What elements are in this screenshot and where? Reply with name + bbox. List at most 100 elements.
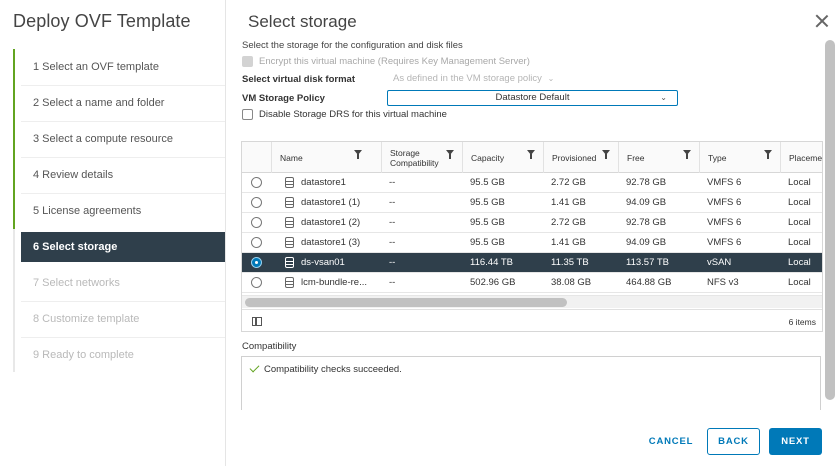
column-label: Capacity — [471, 152, 505, 163]
table-row[interactable]: lcm-bundle-re... -- 502.96 GB 38.08 GB 4… — [242, 273, 822, 293]
row-radio[interactable] — [251, 257, 262, 268]
datastore-name: datastore1 — [301, 177, 346, 188]
cell-free: 92.78 GB — [626, 217, 667, 228]
step-select-compute-resource[interactable]: 3 Select a compute resource — [21, 124, 225, 154]
row-radio[interactable] — [251, 277, 262, 288]
row-radio[interactable] — [251, 217, 262, 228]
step-select-ovf-template[interactable]: 1 Select an OVF template — [21, 52, 225, 82]
step-divider — [21, 193, 225, 194]
vm-storage-policy-select[interactable]: Datastore Default ⌄ — [387, 90, 678, 106]
next-button[interactable]: NEXT — [769, 428, 822, 455]
main-content: Select storage Select the storage for th… — [226, 0, 839, 466]
step-select-name-folder[interactable]: 2 Select a name and folder — [21, 88, 225, 118]
datastore-icon — [285, 197, 294, 208]
back-button[interactable]: BACK — [707, 428, 760, 455]
checkmark-icon — [249, 362, 260, 373]
column-free[interactable]: Free — [618, 142, 699, 173]
datastore-name: datastore1 (2) — [301, 217, 361, 228]
cell-compatibility: -- — [389, 197, 396, 208]
compatibility-panel: Compatibility checks succeeded. — [241, 356, 821, 410]
filter-icon[interactable] — [764, 150, 772, 159]
cell-provisioned: 11.35 TB — [551, 257, 589, 268]
cell-compatibility: -- — [389, 257, 396, 268]
row-radio[interactable] — [251, 177, 262, 188]
column-toggle-icon[interactable] — [252, 317, 262, 326]
disable-drs-label: Disable Storage DRS for this virtual mac… — [259, 109, 447, 120]
column-type[interactable]: Type — [699, 142, 780, 173]
filter-icon[interactable] — [683, 150, 691, 159]
cell-provisioned: 2.72 GB — [551, 217, 586, 228]
cell-compatibility: -- — [389, 177, 396, 188]
cell-type: VMFS 6 — [707, 197, 742, 208]
column-label: Type — [708, 152, 727, 163]
column-label: Provisioned — [552, 152, 597, 163]
cell-placement: Local — [788, 277, 811, 288]
table-row[interactable]: datastore1 -- 95.5 GB 2.72 GB 92.78 GB V… — [242, 173, 822, 193]
datastore-icon — [285, 277, 294, 288]
policy-value: Datastore Default — [495, 92, 570, 103]
disable-drs-checkbox[interactable] — [242, 109, 253, 120]
cell-capacity: 95.5 GB — [470, 217, 505, 228]
grid-header: Name Storage Compatibility Capacity Prov… — [242, 142, 822, 173]
vertical-scroll-thumb[interactable] — [825, 40, 835, 400]
chevron-down-icon: ⌄ — [547, 74, 555, 83]
cell-compatibility: -- — [389, 277, 396, 288]
wizard-sidebar: Deploy OVF Template 1 Select an OVF temp… — [0, 0, 226, 466]
table-row-selected[interactable]: ds-vsan01 -- 116.44 TB 11.35 TB 113.57 T… — [242, 253, 822, 273]
cell-capacity: 502.96 GB — [470, 277, 516, 288]
column-label: Name — [280, 152, 303, 163]
horizontal-scroll-thumb[interactable] — [245, 298, 567, 307]
cell-free: 94.09 GB — [626, 237, 667, 248]
column-storage-compatibility[interactable]: Storage Compatibility — [381, 142, 462, 173]
close-icon[interactable] — [815, 14, 829, 28]
column-label: Storage Compatibility — [390, 147, 439, 168]
cell-capacity: 116.44 TB — [470, 257, 513, 268]
cell-free: 464.88 GB — [626, 277, 672, 288]
column-name[interactable]: Name — [271, 142, 370, 173]
vertical-scrollbar[interactable] — [824, 38, 837, 410]
datastore-icon — [285, 257, 294, 268]
cell-capacity: 95.5 GB — [470, 237, 505, 248]
cancel-button[interactable]: CANCEL — [643, 428, 699, 455]
row-radio[interactable] — [251, 197, 262, 208]
wizard-steps: 1 Select an OVF template 2 Select a name… — [13, 49, 225, 372]
items-count: 6 items — [788, 317, 816, 327]
column-provisioned[interactable]: Provisioned — [543, 142, 618, 173]
cell-type: VMFS 6 — [707, 217, 742, 228]
step-select-networks: 7 Select networks — [33, 277, 120, 289]
table-row[interactable]: datastore1 (2) -- 95.5 GB 2.72 GB 92.78 … — [242, 213, 822, 233]
filter-icon[interactable] — [446, 150, 454, 159]
compatibility-message: Compatibility checks succeeded. — [264, 364, 402, 375]
filter-icon[interactable] — [354, 150, 362, 159]
filter-icon[interactable] — [527, 150, 535, 159]
datastore-name: datastore1 (3) — [301, 237, 361, 248]
filter-icon[interactable] — [602, 150, 610, 159]
encrypt-label: Encrypt this virtual machine (Requires K… — [259, 56, 530, 67]
cell-compatibility: -- — [389, 217, 396, 228]
table-row[interactable]: datastore1 (3) -- 95.5 GB 1.41 GB 94.09 … — [242, 233, 822, 253]
step-review-details[interactable]: 4 Review details — [21, 160, 225, 190]
cell-free: 94.09 GB — [626, 197, 667, 208]
column-placement[interactable]: Placeme — [780, 142, 822, 173]
column-capacity[interactable]: Capacity — [462, 142, 543, 173]
disable-drs-option[interactable]: Disable Storage DRS for this virtual mac… — [242, 109, 447, 120]
cell-placement: Local — [788, 237, 811, 248]
cell-free: 113.57 TB — [626, 257, 669, 268]
horizontal-scrollbar[interactable] — [242, 295, 822, 308]
compatibility-label: Compatibility — [242, 341, 297, 352]
table-row[interactable]: datastore1 (1) -- 95.5 GB 1.41 GB 94.09 … — [242, 193, 822, 213]
step-license-agreements[interactable]: 5 License agreements — [21, 196, 225, 226]
grid-footer: 6 items — [242, 309, 822, 331]
step-select-storage[interactable]: 6 Select storage — [21, 232, 225, 262]
cell-capacity: 95.5 GB — [470, 197, 505, 208]
datastore-grid: Name Storage Compatibility Capacity Prov… — [241, 141, 823, 332]
datastore-name: lcm-bundle-re... — [301, 277, 367, 288]
datastore-name: ds-vsan01 — [301, 257, 345, 268]
cell-type: VMFS 6 — [707, 237, 742, 248]
vm-storage-policy-label: VM Storage Policy — [242, 93, 325, 104]
row-radio[interactable] — [251, 237, 262, 248]
step-customize-template: 8 Customize template — [33, 313, 140, 325]
step-divider — [21, 85, 225, 86]
cell-type: vSAN — [707, 257, 732, 268]
cell-free: 92.78 GB — [626, 177, 667, 188]
